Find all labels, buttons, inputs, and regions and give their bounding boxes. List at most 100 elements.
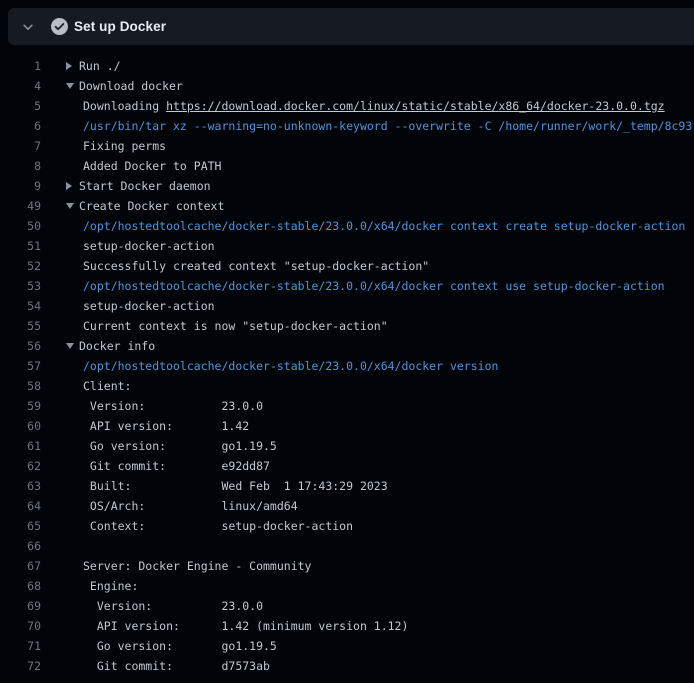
line-number[interactable]: 50 (0, 216, 41, 236)
line-content: /opt/hostedtoolcache/docker-stable/23.0.… (83, 356, 498, 376)
log-text: Added Docker to PATH (83, 159, 221, 173)
log-text: Fixing perms (83, 139, 166, 153)
log-text: Version: 23.0.0 (83, 599, 263, 613)
log-text: Context: setup-docker-action (83, 519, 353, 533)
log-group-row[interactable]: 1 Run ./ (0, 56, 694, 76)
log-area: 1 Run ./ 4Download docker5 Downloading http… (0, 45, 694, 676)
log-text: Successfully created context "setup-dock… (83, 259, 429, 273)
log-group-row[interactable]: 49 Create Docker context (0, 196, 694, 216)
line-content: /usr/bin/tar xz --warning=no-unknown-key… (83, 116, 692, 136)
line-number[interactable]: 54 (0, 296, 41, 316)
group-title: Run ./ (79, 59, 121, 73)
line-number[interactable]: 71 (0, 636, 41, 656)
line-number[interactable]: 69 (0, 596, 41, 616)
log-row: 58 Client: (0, 376, 694, 396)
caret-right-icon[interactable] (66, 176, 79, 196)
line-content: API version: 1.42 (83, 416, 249, 436)
line-content: Client: (83, 376, 131, 396)
log-row: 61 Go version: go1.19.5 (0, 436, 694, 456)
log-text: Version: 23.0.0 (83, 399, 263, 413)
group-title: Start Docker daemon (79, 179, 211, 193)
line-number[interactable]: 66 (0, 536, 41, 556)
line-content: Built: Wed Feb 1 17:43:29 2023 (83, 476, 388, 496)
log-command-text: /opt/hostedtoolcache/docker-stable/23.0.… (83, 279, 665, 293)
line-number[interactable]: 5 (0, 96, 41, 116)
log-row: 65 Context: setup-docker-action (0, 516, 694, 536)
line-number[interactable]: 72 (0, 656, 41, 676)
line-number[interactable]: 70 (0, 616, 41, 636)
line-number[interactable]: 62 (0, 456, 41, 476)
log-text: setup-docker-action (83, 239, 215, 253)
line-content: Context: setup-docker-action (83, 516, 353, 536)
line-number[interactable]: 51 (0, 236, 41, 256)
line-number[interactable]: 56 (0, 336, 41, 356)
log-row: 72 Git commit: d7573ab (0, 656, 694, 676)
log-group-row[interactable]: 4Download docker (0, 76, 694, 96)
line-content: Engine: (83, 576, 138, 596)
log-url-link[interactable]: https://download.docker.com/linux/static… (166, 99, 665, 113)
line-content: Create Docker context (66, 196, 224, 216)
line-number[interactable]: 8 (0, 156, 41, 176)
line-number[interactable]: 4 (0, 76, 41, 96)
log-text: Downloading (83, 99, 166, 113)
group-title: Docker info (79, 339, 155, 353)
line-number[interactable]: 52 (0, 256, 41, 276)
log-row: 53/opt/hostedtoolcache/docker-stable/23.… (0, 276, 694, 296)
line-content: Downloading https://download.docker.com/… (83, 96, 665, 116)
line-number[interactable]: 53 (0, 276, 41, 296)
line-number[interactable]: 64 (0, 496, 41, 516)
log-row: 68 Engine: (0, 576, 694, 596)
line-number[interactable]: 55 (0, 316, 41, 336)
log-row: 8 Added Docker to PATH (0, 156, 694, 176)
line-content: Run ./ (66, 56, 121, 76)
log-text: API version: 1.42 (minimum version 1.12) (83, 619, 408, 633)
line-content: Version: 23.0.0 (83, 596, 263, 616)
line-number[interactable]: 63 (0, 476, 41, 496)
line-number[interactable]: 68 (0, 576, 41, 596)
log-row: 57/opt/hostedtoolcache/docker-stable/23.… (0, 356, 694, 376)
line-content: OS/Arch: linux/amd64 (83, 496, 298, 516)
log-group-row[interactable]: 56 Docker info (0, 336, 694, 356)
caret-down-icon[interactable] (66, 336, 79, 356)
log-row: 50/opt/hostedtoolcache/docker-stable/23.… (0, 216, 694, 236)
step-header[interactable]: Set up Docker (8, 8, 694, 45)
line-number[interactable]: 49 (0, 196, 41, 216)
caret-down-icon[interactable] (66, 196, 79, 216)
log-text: API version: 1.42 (83, 419, 249, 433)
log-text: OS/Arch: linux/amd64 (83, 499, 298, 513)
log-row: 7 Fixing perms (0, 136, 694, 156)
line-number[interactable]: 67 (0, 556, 41, 576)
log-row: 63 Built: Wed Feb 1 17:43:29 2023 (0, 476, 694, 496)
line-number[interactable]: 57 (0, 356, 41, 376)
line-number[interactable]: 61 (0, 436, 41, 456)
caret-down-icon[interactable] (66, 76, 79, 96)
log-row: 54setup-docker-action (0, 296, 694, 316)
caret-right-icon[interactable] (66, 56, 79, 76)
log-row: 60 API version: 1.42 (0, 416, 694, 436)
line-number[interactable]: 59 (0, 396, 41, 416)
line-content: setup-docker-action (83, 236, 215, 256)
log-row: 62 Git commit: e92dd87 (0, 456, 694, 476)
line-number[interactable]: 65 (0, 516, 41, 536)
line-number[interactable]: 6 (0, 116, 41, 136)
chevron-down-icon[interactable] (21, 20, 35, 34)
line-number[interactable]: 1 (0, 56, 41, 76)
log-row: 67 Server: Docker Engine - Community (0, 556, 694, 576)
line-content: /opt/hostedtoolcache/docker-stable/23.0.… (83, 216, 685, 236)
log-row: 52 Successfully created context "setup-do… (0, 256, 694, 276)
line-number[interactable]: 58 (0, 376, 41, 396)
line-content: Fixing perms (83, 136, 166, 156)
line-content: Server: Docker Engine - Community (83, 556, 311, 576)
actions-log-viewer: Set up Docker 1 Run ./ 4Download docker5 Do… (0, 8, 694, 676)
group-title: Create Docker context (79, 199, 224, 213)
line-number[interactable]: 60 (0, 416, 41, 436)
line-number[interactable]: 9 (0, 176, 41, 196)
log-text: Current context is now "setup-docker-act… (83, 319, 388, 333)
log-text: Go version: go1.19.5 (83, 439, 277, 453)
log-text: Engine: (83, 579, 138, 593)
log-row: 64 OS/Arch: linux/amd64 (0, 496, 694, 516)
line-number[interactable]: 7 (0, 136, 41, 156)
log-group-row[interactable]: 9 Start Docker daemon (0, 176, 694, 196)
log-text: Git commit: e92dd87 (83, 459, 270, 473)
log-text: Client: (83, 379, 131, 393)
